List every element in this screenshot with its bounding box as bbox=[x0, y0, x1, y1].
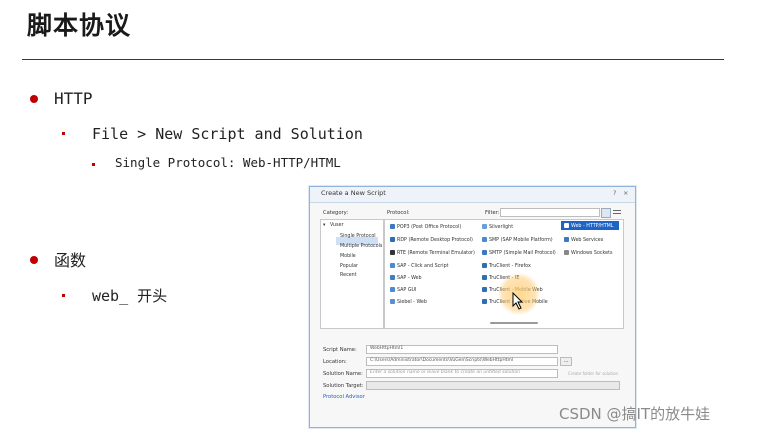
list-view-icon[interactable] bbox=[613, 209, 621, 216]
script-name-input[interactable]: WebHttpHtml1 bbox=[366, 345, 558, 354]
protocol-item[interactable]: SAP - Web bbox=[390, 275, 422, 281]
script-name-label: Script Name: bbox=[323, 347, 357, 353]
protocol-item[interactable]: SAP - Click and Script bbox=[390, 263, 449, 269]
protocol-item[interactable]: Siebel - Web bbox=[390, 299, 427, 305]
solution-target-select[interactable] bbox=[366, 381, 620, 390]
protocol-item[interactable]: TruClient - Firefox bbox=[482, 263, 531, 269]
title-divider bbox=[22, 59, 724, 60]
solution-name-input[interactable]: Enter a solution name or leave blank to … bbox=[366, 369, 558, 378]
tree-expand-icon[interactable]: ▾ bbox=[323, 223, 325, 228]
protocol-list bbox=[384, 219, 624, 329]
browse-button[interactable]: ... bbox=[560, 357, 572, 366]
bullet-marker bbox=[92, 163, 95, 166]
filter-input[interactable] bbox=[500, 208, 600, 217]
protocol-item[interactable]: Silverlight bbox=[482, 224, 513, 230]
protocol-item[interactable]: RTE (Remote Terminal Emulator) bbox=[390, 250, 475, 256]
help-icon[interactable]: ? bbox=[613, 189, 616, 197]
category-item[interactable]: Mobile bbox=[340, 254, 356, 259]
category-item[interactable]: Popular bbox=[340, 264, 358, 269]
bullet-web-prefix: web_ 开头 bbox=[92, 287, 168, 305]
location-input[interactable]: C:\Users\Administrator\Documents\VuGen\S… bbox=[366, 357, 558, 366]
create-script-dialog: Create a New Script ? × Category: Protoc… bbox=[309, 186, 636, 428]
protocol-advisor-link[interactable]: Protocol Advisor bbox=[323, 394, 365, 400]
bullet-dot bbox=[30, 256, 38, 264]
bullet-functions: 函数 bbox=[54, 251, 87, 270]
bullet-single-protocol: Single Protocol: Web-HTTP/HTML bbox=[115, 155, 341, 170]
category-item[interactable]: Vuser bbox=[330, 223, 343, 228]
slide-title: 脚本协议 bbox=[27, 11, 132, 40]
filter-label: Filter: bbox=[485, 210, 500, 216]
csdn-watermark: CSDN @搞IT的放牛娃 bbox=[559, 405, 711, 423]
protocol-item[interactable]: Web Services bbox=[564, 237, 603, 243]
protocol-item[interactable]: SMTP (Simple Mail Protocol) bbox=[482, 250, 556, 256]
protocol-item[interactable]: SAP GUI bbox=[390, 287, 416, 293]
location-label: Location: bbox=[323, 359, 347, 365]
protocol-item[interactable]: RDP (Remote Desktop Protocol) bbox=[390, 237, 473, 243]
protocol-item[interactable]: POP3 (Post Office Protocol) bbox=[390, 224, 461, 230]
mouse-cursor-icon bbox=[512, 292, 524, 310]
dialog-titlebar: Create a New Script ? × bbox=[310, 187, 635, 203]
bullet-dot bbox=[30, 95, 38, 103]
horizontal-scrollbar[interactable] bbox=[490, 322, 538, 324]
dialog-title: Create a New Script bbox=[321, 189, 386, 197]
category-item[interactable]: Recent bbox=[340, 273, 357, 278]
bullet-http: HTTP bbox=[54, 89, 93, 108]
protocol-item-selected[interactable]: Web - HTTP/HTML bbox=[564, 223, 613, 229]
bullet-marker bbox=[62, 294, 65, 297]
bullet-menu-path: File > New Script and Solution bbox=[92, 125, 363, 143]
category-item[interactable]: Multiple Protocols bbox=[340, 244, 382, 249]
protocol-label: Protocol: bbox=[387, 210, 410, 216]
protocol-item[interactable]: Windows Sockets bbox=[564, 250, 613, 256]
create-folder-checkbox-label[interactable]: Create folder for solution bbox=[568, 371, 618, 376]
bullet-marker bbox=[62, 132, 65, 135]
category-item[interactable]: Single Protocol bbox=[340, 234, 376, 239]
solution-target-label: Solution Target: bbox=[323, 383, 364, 389]
protocol-item[interactable]: SMP (SAP Mobile Platform) bbox=[482, 237, 553, 243]
solution-name-label: Solution Name: bbox=[323, 371, 363, 377]
grid-view-icon[interactable] bbox=[601, 208, 611, 218]
close-icon[interactable]: × bbox=[623, 189, 628, 197]
category-label: Category: bbox=[323, 210, 349, 216]
